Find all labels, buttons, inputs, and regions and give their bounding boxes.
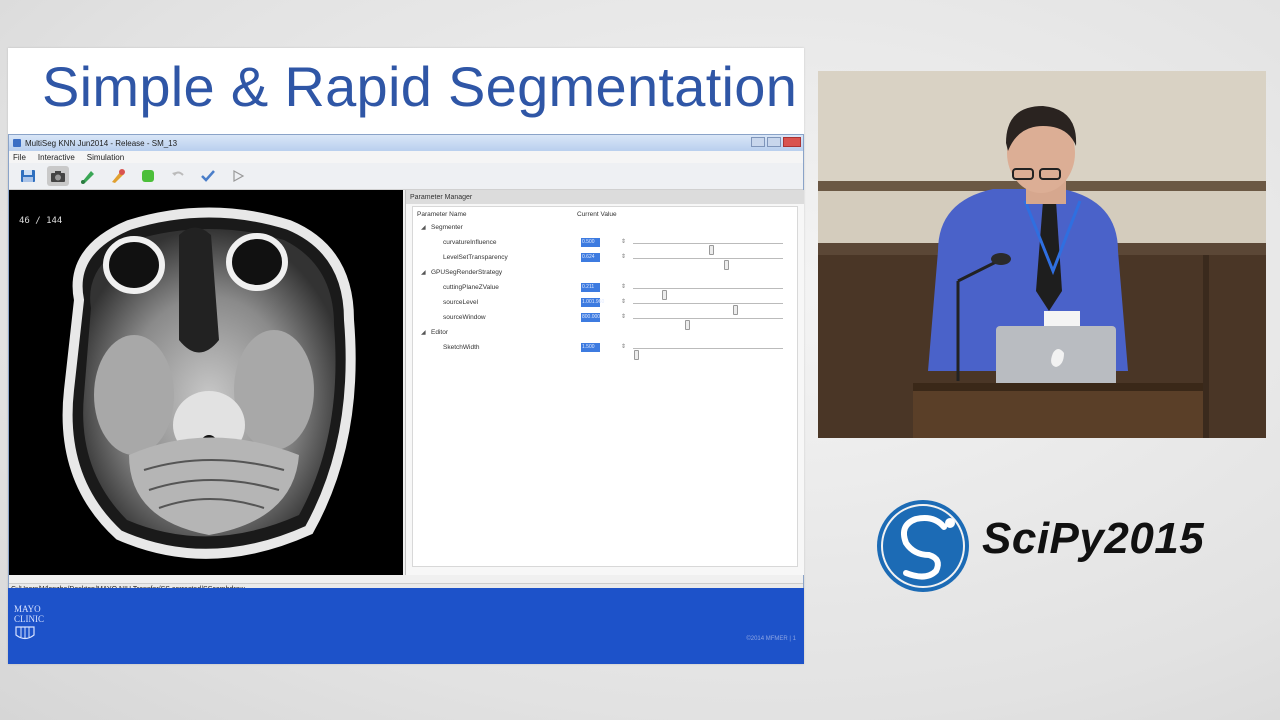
scipy-wordmark: SciPy2015 xyxy=(982,514,1205,563)
slider-track[interactable] xyxy=(633,318,783,330)
param-row: curvatureInfluence 0.500 ⇕ xyxy=(413,236,797,255)
spin-arrows-icon[interactable]: ⇕ xyxy=(621,343,626,350)
value-field[interactable]: 800.000 xyxy=(581,313,600,322)
parameter-manager-panel: Parameter Manager Parameter Name Current… xyxy=(405,190,804,575)
panel-header: Parameter Manager xyxy=(406,190,804,204)
slider-track[interactable] xyxy=(633,288,783,300)
undo-icon[interactable] xyxy=(167,166,189,186)
slider-thumb[interactable] xyxy=(634,350,639,360)
collapse-icon[interactable]: ◢ xyxy=(421,269,426,276)
shield-icon xyxy=(15,626,35,640)
toolbar xyxy=(9,163,803,190)
slider-track[interactable] xyxy=(633,303,783,315)
value-field[interactable]: 0.624 xyxy=(581,253,600,262)
parameter-tree: Parameter Name Current Value ◢ Segmenter… xyxy=(412,206,798,567)
group-editor[interactable]: ◢ Editor xyxy=(413,326,797,341)
slider-track[interactable] xyxy=(633,258,783,270)
slide-copyright: ©2014 MFMER | 1 xyxy=(746,636,796,642)
close-button[interactable] xyxy=(783,137,801,147)
spin-arrows-icon[interactable]: ⇕ xyxy=(621,313,626,320)
param-row: sourceLevel 1.001.960 ⇕ xyxy=(413,296,797,315)
collapse-icon[interactable]: ◢ xyxy=(421,329,426,336)
col-header-name: Parameter Name xyxy=(417,211,467,218)
group-segmenter[interactable]: ◢ Segmenter xyxy=(413,221,797,236)
save-icon[interactable] xyxy=(17,166,39,186)
brush-icon[interactable] xyxy=(77,166,99,186)
value-field[interactable]: 0.500 xyxy=(581,238,600,247)
mri-brain-image xyxy=(62,207,356,559)
camera-icon[interactable] xyxy=(47,166,69,186)
group-gpusegrenderstrategy[interactable]: ◢ GPUSegRenderStrategy xyxy=(413,266,797,281)
col-header-value: Current Value xyxy=(577,211,617,218)
menu-file[interactable]: File xyxy=(13,153,26,162)
speaker-video xyxy=(818,71,1266,438)
app-window: MultiSeg KNN Jun2014 - Release - SM_13 F… xyxy=(8,134,804,596)
image-viewer[interactable]: 46 / 144 xyxy=(9,190,403,575)
mayo-clinic-text: MAYO CLINIC xyxy=(14,604,44,624)
green-app-icon[interactable] xyxy=(137,166,159,186)
menu-simulation[interactable]: Simulation xyxy=(87,153,124,162)
param-row: SketchWidth 1.500 ⇕ xyxy=(413,341,797,360)
spin-arrows-icon[interactable]: ⇕ xyxy=(621,298,626,305)
app-icon xyxy=(13,139,21,147)
scipy-logo-icon xyxy=(877,500,969,592)
value-field[interactable]: 1.001.960 xyxy=(581,298,604,307)
window-controls xyxy=(751,137,801,147)
window-titlebar: MultiSeg KNN Jun2014 - Release - SM_13 xyxy=(9,135,803,151)
check-icon[interactable] xyxy=(197,166,219,186)
slider-track[interactable] xyxy=(633,348,783,360)
paint-icon[interactable] xyxy=(107,166,129,186)
slide-footer: MAYO CLINIC ©2014 MFMER | 1 xyxy=(8,588,804,664)
menu-bar: File Interactive Simulation xyxy=(9,151,803,163)
column-headers: Parameter Name Current Value xyxy=(413,207,797,221)
param-row: cuttingPlaneZValue 0.211 ⇕ xyxy=(413,281,797,300)
maximize-button[interactable] xyxy=(767,137,781,147)
value-field[interactable]: 1.500 xyxy=(581,343,600,352)
play-icon[interactable] xyxy=(227,166,249,186)
spin-arrows-icon[interactable]: ⇕ xyxy=(621,283,626,290)
value-field[interactable]: 0.211 xyxy=(581,283,600,292)
window-title: MultiSeg KNN Jun2014 - Release - SM_13 xyxy=(25,138,178,148)
spin-arrows-icon[interactable]: ⇕ xyxy=(621,238,626,245)
presentation-slide: Simple & Rapid Segmentation MultiSeg KNN… xyxy=(8,48,804,664)
menu-interactive[interactable]: Interactive xyxy=(38,153,75,162)
mayo-clinic-logo: MAYO CLINIC xyxy=(14,604,54,644)
slide-title: Simple & Rapid Segmentation xyxy=(42,55,798,118)
spin-arrows-icon[interactable]: ⇕ xyxy=(621,253,626,260)
slider-track[interactable] xyxy=(633,243,783,255)
param-row: sourceWindow 800.000 ⇕ xyxy=(413,311,797,330)
collapse-icon[interactable]: ◢ xyxy=(421,224,426,231)
param-row: LevelSetTransparency 0.624 ⇕ xyxy=(413,251,797,270)
minimize-button[interactable] xyxy=(751,137,765,147)
speaker-video-frame xyxy=(818,71,1266,438)
